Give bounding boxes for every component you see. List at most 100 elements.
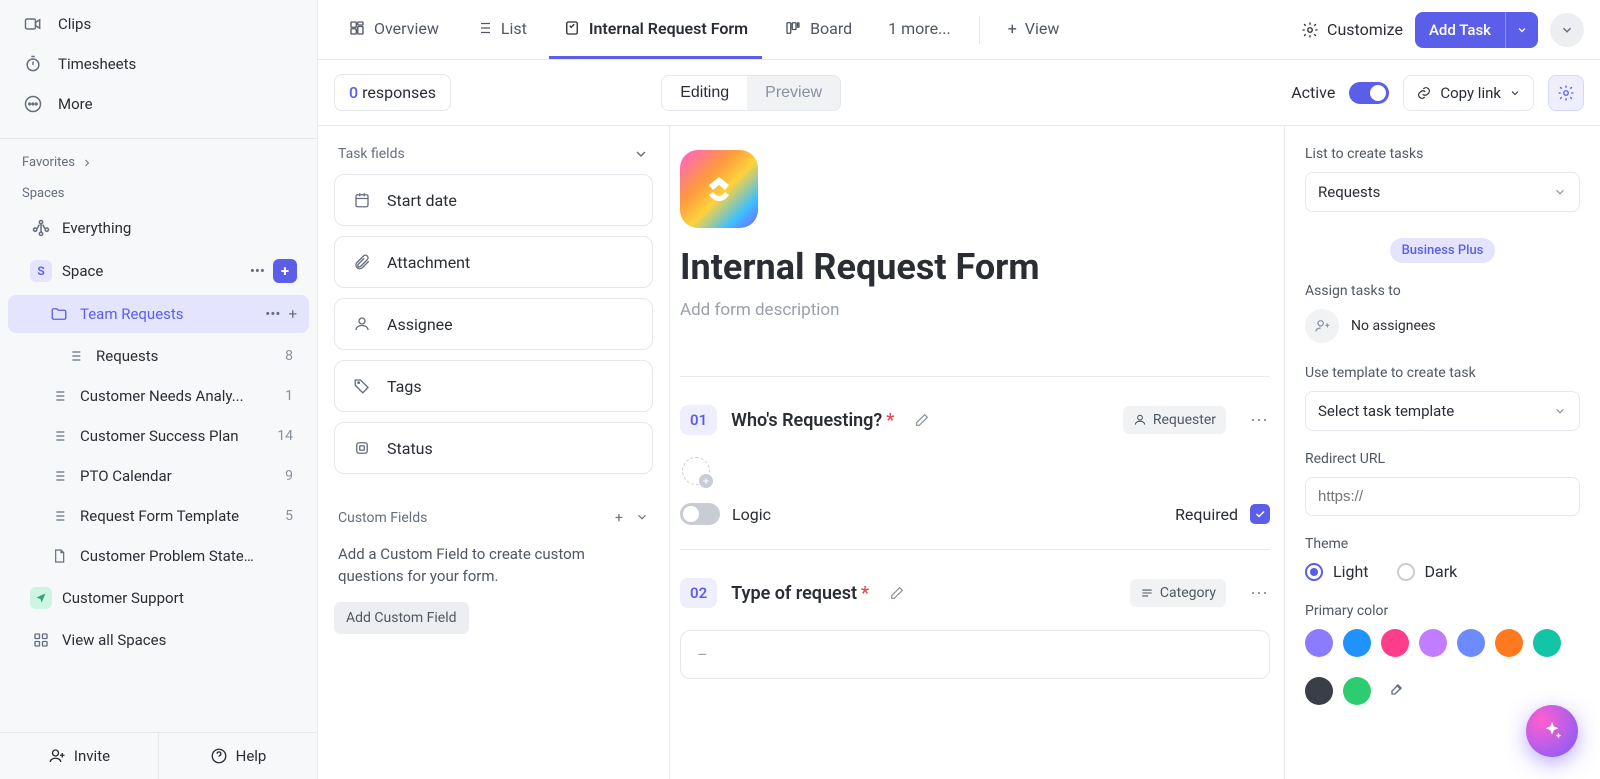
add-assignee-placeholder[interactable] bbox=[682, 457, 710, 485]
form-title[interactable]: Internal Request Form bbox=[680, 246, 1270, 288]
assignee-select[interactable]: No assignees bbox=[1305, 309, 1580, 343]
tab-overview[interactable]: Overview bbox=[334, 0, 453, 59]
task-fields-header[interactable]: Task fields bbox=[334, 142, 653, 174]
sidebar-everything[interactable]: Everything bbox=[8, 209, 309, 247]
color-swatch[interactable] bbox=[1381, 629, 1409, 657]
theme-light-label: Light bbox=[1333, 562, 1369, 581]
sidebar-list-item[interactable]: Customer Problem Statem... bbox=[8, 537, 309, 575]
favorites-header[interactable]: Favorites bbox=[0, 145, 317, 176]
color-swatch[interactable] bbox=[1305, 629, 1333, 657]
collapse-button[interactable] bbox=[1550, 13, 1584, 47]
active-label: Active bbox=[1291, 83, 1335, 102]
tab-board[interactable]: Board bbox=[770, 0, 866, 59]
form-logo[interactable] bbox=[680, 150, 758, 228]
space-label: Space bbox=[62, 262, 103, 280]
template-select[interactable]: Select task template bbox=[1305, 391, 1580, 431]
responses-button[interactable]: 0 responses bbox=[334, 74, 451, 111]
pencil-icon[interactable] bbox=[889, 585, 905, 601]
video-icon bbox=[22, 13, 44, 35]
field-chip-clip[interactable]: Attachment bbox=[334, 236, 653, 288]
customize-button[interactable]: Customize bbox=[1301, 20, 1403, 39]
invite-button[interactable]: Invite bbox=[0, 733, 158, 779]
chevron-down-icon[interactable] bbox=[635, 510, 649, 526]
sidebar-list-item[interactable]: PTO Calendar9 bbox=[8, 457, 309, 495]
field-type-badge[interactable]: Category bbox=[1130, 579, 1226, 607]
field-chip-calendar[interactable]: Start date bbox=[334, 174, 653, 226]
field-label: Status bbox=[387, 439, 433, 458]
more-icon[interactable]: ⋯ bbox=[1250, 583, 1270, 604]
add-custom-field-button[interactable]: Add Custom Field bbox=[334, 602, 469, 634]
nav-timesheets[interactable]: Timesheets bbox=[0, 44, 317, 84]
tab-form[interactable]: Internal Request Form bbox=[549, 0, 762, 59]
color-swatch[interactable] bbox=[1495, 629, 1523, 657]
dots-icon[interactable]: ••• bbox=[250, 262, 265, 280]
help-button[interactable]: Help bbox=[158, 733, 317, 779]
field-chip-person[interactable]: Assignee bbox=[334, 298, 653, 350]
sidebar-list-item[interactable]: Request Form Template5 bbox=[8, 497, 309, 535]
active-toggle[interactable] bbox=[1349, 82, 1389, 104]
add-task-button[interactable]: Add Task bbox=[1415, 12, 1538, 48]
color-swatch[interactable] bbox=[1343, 629, 1371, 657]
team-requests-label: Team Requests bbox=[80, 305, 184, 323]
field-type-badge[interactable]: Requester bbox=[1123, 406, 1226, 434]
form-description[interactable]: Add form description bbox=[680, 300, 1270, 320]
theme-light-radio[interactable]: Light bbox=[1305, 562, 1369, 581]
question-card-1[interactable]: 01 Who's Requesting?* Requester ⋯ Logic bbox=[680, 376, 1270, 549]
sidebar-space[interactable]: S Space ••• + bbox=[8, 251, 309, 291]
field-chip-status[interactable]: Status bbox=[334, 422, 653, 474]
redirect-input[interactable] bbox=[1305, 477, 1580, 516]
color-swatch[interactable] bbox=[1343, 677, 1371, 705]
list-label: Customer Success Plan bbox=[80, 427, 239, 445]
theme-dark-radio[interactable]: Dark bbox=[1397, 562, 1458, 581]
question-card-2[interactable]: 02 Type of request* Category ⋯ – bbox=[680, 549, 1270, 703]
sidebar-team-requests[interactable]: Team Requests ••• + bbox=[8, 295, 309, 333]
logic-toggle[interactable] bbox=[680, 503, 720, 525]
pencil-icon[interactable] bbox=[914, 412, 930, 428]
add-view-button[interactable]: + View bbox=[994, 0, 1074, 59]
chevron-down-icon[interactable] bbox=[1505, 12, 1538, 48]
color-swatch[interactable] bbox=[1457, 629, 1485, 657]
color-swatch[interactable] bbox=[1533, 629, 1561, 657]
edit-preview-segment: Editing Preview bbox=[661, 75, 841, 111]
primary-color-label: Primary color bbox=[1305, 603, 1580, 619]
sidebar-list-item[interactable]: Customer Success Plan14 bbox=[8, 417, 309, 455]
theme-label: Theme bbox=[1305, 536, 1580, 552]
question-title: Type of request* bbox=[731, 583, 869, 604]
color-swatch[interactable] bbox=[1305, 677, 1333, 705]
spaces-label: Spaces bbox=[22, 186, 65, 201]
divider bbox=[0, 138, 317, 139]
sidebar-view-all-spaces[interactable]: View all Spaces bbox=[8, 621, 309, 659]
list-icon bbox=[475, 19, 493, 37]
more-icon[interactable]: ⋯ bbox=[1250, 410, 1270, 431]
editing-tab[interactable]: Editing bbox=[662, 76, 747, 110]
custom-fields-header[interactable]: Custom Fields + bbox=[334, 506, 653, 538]
ai-fab-button[interactable] bbox=[1526, 705, 1578, 757]
separator bbox=[979, 16, 980, 44]
copy-link-button[interactable]: Copy link bbox=[1403, 75, 1534, 111]
add-space-button[interactable]: + bbox=[273, 259, 297, 283]
form-settings-button[interactable] bbox=[1548, 75, 1584, 111]
sidebar-customer-support[interactable]: Customer Support bbox=[8, 579, 309, 617]
field-chip-tag[interactable]: Tags bbox=[334, 360, 653, 412]
tab-more[interactable]: 1 more... bbox=[874, 0, 965, 59]
eyedropper-icon[interactable] bbox=[1381, 677, 1409, 705]
sidebar-list-item[interactable]: Requests8 bbox=[8, 337, 309, 375]
clip-icon bbox=[351, 251, 373, 273]
logic-label: Logic bbox=[732, 505, 771, 524]
sidebar-list-item[interactable]: Customer Needs Analy...1 bbox=[8, 377, 309, 415]
preview-tab[interactable]: Preview bbox=[747, 76, 840, 110]
plus-icon[interactable]: + bbox=[288, 305, 297, 323]
task-fields-label: Task fields bbox=[338, 146, 405, 162]
dots-icon[interactable]: ••• bbox=[265, 305, 280, 323]
required-label: Required bbox=[1175, 505, 1238, 524]
list-count: 9 bbox=[285, 468, 297, 484]
dropdown-placeholder[interactable]: – bbox=[680, 630, 1270, 679]
tab-list[interactable]: List bbox=[461, 0, 541, 59]
nav-clips[interactable]: Clips bbox=[0, 4, 317, 44]
plus-icon[interactable]: + bbox=[615, 510, 623, 526]
color-swatch[interactable] bbox=[1419, 629, 1447, 657]
list-select[interactable]: Requests bbox=[1305, 172, 1580, 212]
nav-more[interactable]: More bbox=[0, 84, 317, 124]
required-checkbox[interactable] bbox=[1250, 504, 1270, 524]
custom-fields-text: Add a Custom Field to create custom ques… bbox=[334, 538, 653, 602]
